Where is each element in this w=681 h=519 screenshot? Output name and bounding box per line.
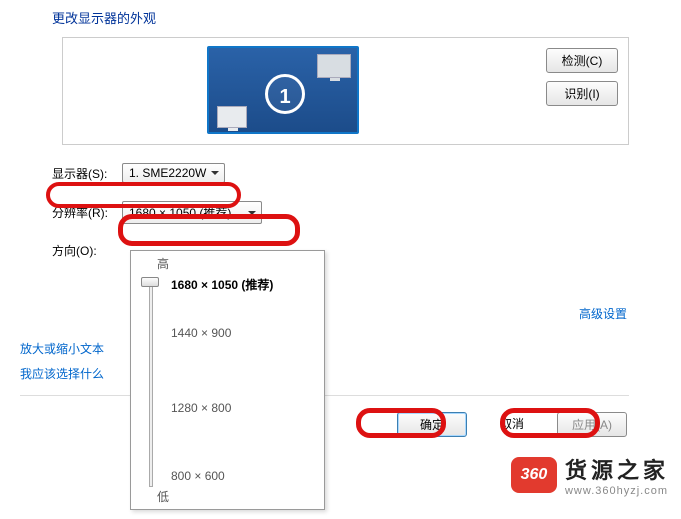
display-dropdown[interactable]: 1. SME2220W [122,163,225,183]
monitor-thumbnail[interactable]: 1 [207,46,359,134]
monitor-small-icon [317,54,351,78]
monitor-number: 1 [265,74,305,114]
slider-low-label: 低 [157,488,169,505]
slider-track[interactable] [149,277,153,487]
display-row: 显示器(S): 1. SME2220W [0,159,681,187]
orientation-label: 方向(O): [52,242,122,259]
slider-option[interactable]: 1440 × 900 [171,326,231,340]
identify-button[interactable]: 识别(I) [546,81,618,106]
watermark-url: www.360hyzj.com [565,485,669,497]
advanced-settings-link[interactable]: 高级设置 [579,307,627,321]
watermark: 360 货源之家 www.360hyzj.com [511,453,669,497]
display-label: 显示器(S): [52,165,122,182]
which-choice-link[interactable]: 我应该选择什么 [20,365,104,382]
display-selected: 1. SME2220W [129,166,206,180]
watermark-badge: 360 [511,457,557,493]
monitor-small-icon [217,106,247,128]
watermark-title: 货源之家 [565,453,669,485]
detect-button[interactable]: 检测(C) [546,48,618,73]
monitor-arrangement-panel: 1 检测(C) 识别(I) [62,37,629,145]
resolution-row: 分辨率(R): 1680 × 1050 (推荐) [0,197,681,228]
cancel-button[interactable]: 取消 [477,412,547,437]
slider-option[interactable]: 1680 × 1050 (推荐) [171,276,273,293]
slider-option[interactable]: 800 × 600 [171,469,225,483]
resolution-slider-popup: 高 1680 × 1050 (推荐) 1440 × 900 1280 × 800… [130,250,325,510]
resolution-selected: 1680 × 1050 (推荐) [129,206,231,220]
apply-button[interactable]: 应用(A) [557,412,627,437]
slider-high-label: 高 [157,255,169,272]
orientation-row: 方向(O): [0,238,681,263]
ok-button[interactable]: 确定 [397,412,467,437]
resolution-dropdown[interactable]: 1680 × 1050 (推荐) [122,201,262,224]
slider-option[interactable]: 1280 × 800 [171,401,231,415]
resolution-label: 分辨率(R): [52,204,122,221]
page-title: 更改显示器的外观 [0,0,681,37]
magnify-link[interactable]: 放大或缩小文本 [20,340,104,357]
slider-thumb[interactable] [141,277,159,287]
